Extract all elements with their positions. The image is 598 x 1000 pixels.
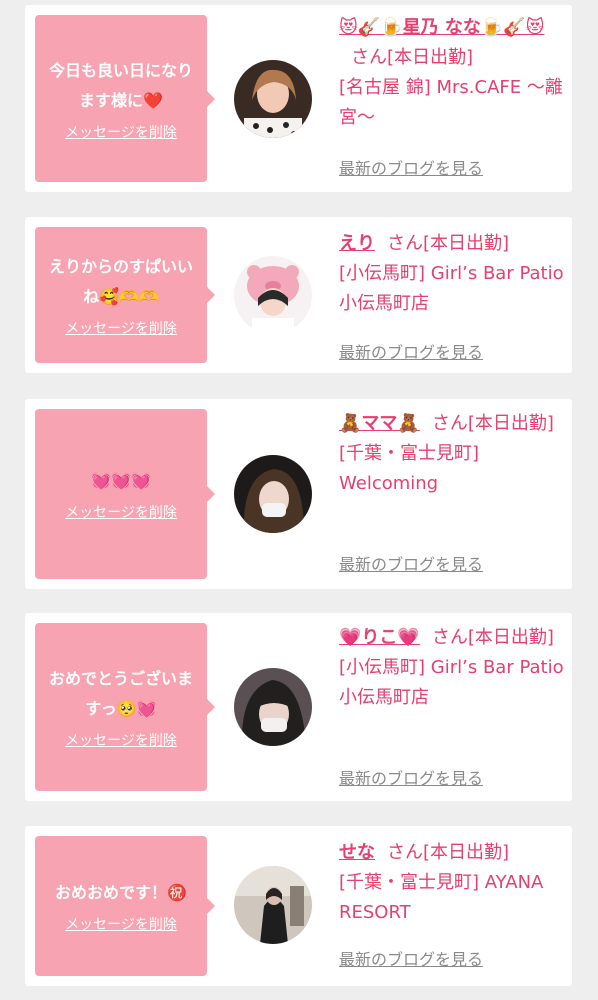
delete-message-link[interactable]: メッセージを削除 [65, 730, 177, 750]
message-bubble: おめでとうございますっ🥺💓 メッセージを削除 [35, 623, 215, 791]
profile-info: 😻🎸🍺星乃 なな🍺🎸😻 さん[本日出勤] [名古屋 錦] Mrs.CAFE 〜離宮… [339, 13, 565, 133]
cast-name-link[interactable]: せな [339, 842, 375, 863]
shop-name: [小伝馬町] Girl’s Bar Patio 小伝馬町店 [339, 263, 564, 314]
message-text: おめでとうございますっ🥺💓 [48, 669, 193, 718]
message-bubble: おめおめです！㊗️ メッセージを削除 [35, 836, 215, 976]
cast-name-link[interactable]: 🧸ママ🧸 [339, 413, 420, 434]
attendance-status: さん[本日出勤] [351, 47, 474, 68]
profile-info: 🧸ママ🧸 さん[本日出勤] [千葉・富士見町] Welcoming [339, 409, 565, 499]
delete-message-link[interactable]: メッセージを削除 [65, 502, 177, 522]
cast-name-link[interactable]: 💗りこ💗 [339, 627, 420, 648]
message-card: 今日も良い日になります様に❤️ メッセージを削除 😻🎸🍺星乃 なな🍺🎸😻 さん[本… [25, 5, 572, 192]
avatar[interactable] [234, 256, 312, 334]
avatar[interactable] [234, 866, 312, 944]
message-text: おめおめです！㊗️ [55, 883, 187, 902]
blog-link[interactable]: 最新のブログを見る [339, 551, 483, 575]
message-text: えりからのすぱいいね🥰🫶🫶 [48, 257, 193, 306]
delete-message-link[interactable]: メッセージを削除 [65, 122, 177, 142]
attendance-status: さん[本日出勤] [431, 627, 554, 648]
message-bubble: 💓💓💓 メッセージを削除 [35, 409, 215, 579]
blog-link[interactable]: 最新のブログを見る [339, 946, 483, 970]
blog-link[interactable]: 最新のブログを見る [339, 155, 483, 179]
message-text: 💓💓💓 [91, 471, 151, 490]
cast-name-link[interactable]: えり [339, 233, 375, 254]
message-text: 今日も良い日になります様に❤️ [48, 60, 193, 110]
profile-info: 💗りこ💗 さん[本日出勤] [小伝馬町] Girl’s Bar Patio 小伝馬… [339, 623, 565, 713]
avatar[interactable] [234, 60, 312, 138]
shop-name: [千葉・富士見町] AYANA RESORT [339, 872, 544, 923]
message-card: おめおめです！㊗️ メッセージを削除 せな さん[本日出勤] [千葉・富士見町] … [25, 826, 572, 986]
delete-message-link[interactable]: メッセージを削除 [65, 318, 177, 338]
avatar[interactable] [234, 455, 312, 533]
shop-name: [小伝馬町] Girl’s Bar Patio 小伝馬町店 [339, 657, 564, 708]
attendance-status: さん[本日出勤] [387, 233, 510, 254]
message-bubble: 今日も良い日になります様に❤️ メッセージを削除 [35, 15, 215, 182]
message-card: 💓💓💓 メッセージを削除 🧸ママ🧸 さん[本日出勤] [千葉・富士見町] Welc… [25, 399, 572, 589]
message-bubble: えりからのすぱいいね🥰🫶🫶 メッセージを削除 [35, 227, 215, 363]
attendance-status: さん[本日出勤] [387, 842, 510, 863]
cast-name-link[interactable]: 😻🎸🍺星乃 なな🍺🎸😻 [339, 17, 544, 38]
blog-link[interactable]: 最新のブログを見る [339, 765, 483, 789]
shop-name: [名古屋 錦] Mrs.CAFE 〜離宮〜 [339, 77, 563, 128]
avatar[interactable] [234, 668, 312, 746]
blog-link[interactable]: 最新のブログを見る [339, 339, 483, 363]
profile-info: えり さん[本日出勤] [小伝馬町] Girl’s Bar Patio 小伝馬町店 [339, 229, 565, 319]
attendance-status: さん[本日出勤] [431, 413, 554, 434]
delete-message-link[interactable]: メッセージを削除 [65, 914, 177, 934]
message-card: おめでとうございますっ🥺💓 メッセージを削除 💗りこ💗 さん[本日出勤] [小伝馬… [25, 613, 572, 801]
message-card: えりからのすぱいいね🥰🫶🫶 メッセージを削除 えり さん[本日出勤] [小伝馬町]… [25, 217, 572, 373]
profile-info: せな さん[本日出勤] [千葉・富士見町] AYANA RESORT [339, 838, 565, 928]
shop-name: [千葉・富士見町] Welcoming [339, 443, 480, 494]
